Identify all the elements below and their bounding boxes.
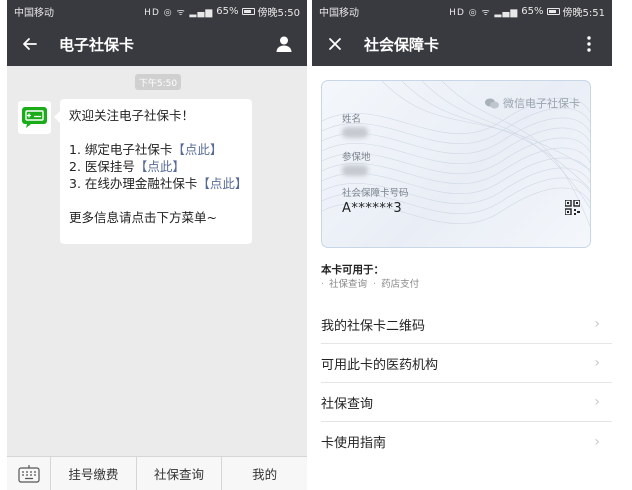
- greeting-text: 欢迎关注电子社保卡！: [69, 108, 195, 123]
- back-arrow-icon[interactable]: [19, 33, 41, 55]
- wechat-icon: [485, 98, 499, 108]
- chevron-right-icon: ›: [594, 316, 600, 332]
- financial-card-link[interactable]: 【点此】: [197, 176, 247, 191]
- list-item-usage-guide[interactable]: 卡使用指南 ›: [321, 422, 612, 461]
- signal-icons: HD ◎ ᯤ ▂▄▆: [144, 7, 214, 18]
- menu-bar: 挂号缴费 社保查询 我的: [7, 456, 307, 490]
- chevron-right-icon: ›: [594, 433, 600, 450]
- list-item-social-security-query[interactable]: 社保查询 ›: [321, 383, 612, 422]
- usage-tag-pharmacy: 药店支付: [373, 276, 419, 290]
- clock: 傍晚5:50: [257, 7, 300, 19]
- chevron-right-icon: ›: [594, 394, 600, 410]
- person-icon[interactable]: [273, 33, 295, 55]
- clock: 傍晚5:51: [562, 7, 605, 19]
- card-usage-title: 本卡可用于：: [321, 264, 384, 276]
- insured-place-label: 参保地: [342, 152, 371, 163]
- name-label: 姓名: [342, 114, 362, 125]
- battery-icon: [546, 7, 560, 15]
- card-number-label: 社会保障卡号码: [342, 188, 409, 199]
- battery-percent: 65%: [521, 5, 544, 17]
- nav-bar: 电子社保卡: [7, 22, 307, 66]
- welcome-message-bubble: 欢迎关注电子社保卡！ 1. 绑定电子社保卡【点此】 2. 医保挂号【点此】 3.…: [54, 99, 252, 244]
- list-item-medical-institutions[interactable]: 可用此卡的医药机构 ›: [321, 344, 612, 383]
- card-screen: 中国移动 HD ◎ ᯤ ▂▄▆ 65% 傍晚5:51 社会保障卡 微信电子社保卡…: [312, 0, 612, 490]
- menu-registration-payment[interactable]: 挂号缴费: [51, 457, 137, 490]
- footer-text: 更多信息请点击下方菜单~: [69, 210, 217, 225]
- menu-social-security-query[interactable]: 社保查询: [137, 457, 223, 490]
- battery-icon: [241, 7, 255, 15]
- menu-line-bind-card: 1. 绑定电子社保卡【点此】: [69, 142, 223, 157]
- insured-place-value-blurred: [342, 165, 368, 176]
- signal-icons: HD ◎ ᯤ ▂▄▆: [449, 7, 519, 18]
- keyboard-toggle-button[interactable]: [7, 457, 51, 490]
- page-title: 社会保障卡: [364, 35, 440, 54]
- carrier-label: 中国移动: [14, 7, 54, 19]
- usage-tag-query: 社保查询: [321, 276, 367, 290]
- social-security-card-icon: [22, 107, 47, 128]
- social-security-card[interactable]: 微信电子社保卡 姓名 参保地 社会保障卡号码 A******3: [321, 80, 591, 248]
- status-bar: 中国移动 HD ◎ ᯤ ▂▄▆ 65% 傍晚5:51: [312, 0, 612, 22]
- menu-line-financial-card: 3. 在线办理金融社保卡【点此】: [69, 176, 248, 191]
- more-vertical-icon[interactable]: [578, 33, 600, 55]
- battery-percent: 65%: [216, 5, 239, 17]
- qr-code-icon[interactable]: [564, 199, 581, 219]
- keyboard-icon: [17, 464, 40, 483]
- bind-card-link[interactable]: 【点此】: [172, 142, 222, 157]
- nav-bar: 社会保障卡: [312, 22, 612, 66]
- card-brand: 微信电子社保卡: [485, 95, 580, 111]
- close-icon[interactable]: [324, 33, 346, 55]
- card-number-value: A******3: [342, 201, 403, 216]
- registration-link[interactable]: 【点此】: [135, 159, 185, 174]
- official-account-avatar[interactable]: [18, 101, 51, 134]
- status-bar: 中国移动 HD ◎ ᯤ ▂▄▆ 65% 傍晚5:50: [7, 0, 307, 22]
- chat-screen: 中国移动 HD ◎ ᯤ ▂▄▆ 65% 傍晚5:50 电子社保卡 下午5:50 …: [7, 0, 307, 490]
- list-item-my-qr-code[interactable]: 我的社保卡二维码 ›: [321, 305, 612, 344]
- chevron-right-icon: ›: [594, 355, 600, 371]
- card-usage-tags: 社保查询 药店支付: [321, 276, 419, 290]
- carrier-label: 中国移动: [319, 7, 359, 19]
- name-value-blurred: [342, 127, 368, 138]
- card-function-list: 我的社保卡二维码 › 可用此卡的医药机构 › 社保查询 › 卡使用指南 ›: [312, 305, 612, 461]
- message-timestamp: 下午5:50: [135, 74, 181, 90]
- menu-mine[interactable]: 我的: [222, 457, 307, 490]
- page-title: 电子社保卡: [59, 35, 135, 54]
- menu-line-registration: 2. 医保挂号【点此】: [69, 159, 185, 174]
